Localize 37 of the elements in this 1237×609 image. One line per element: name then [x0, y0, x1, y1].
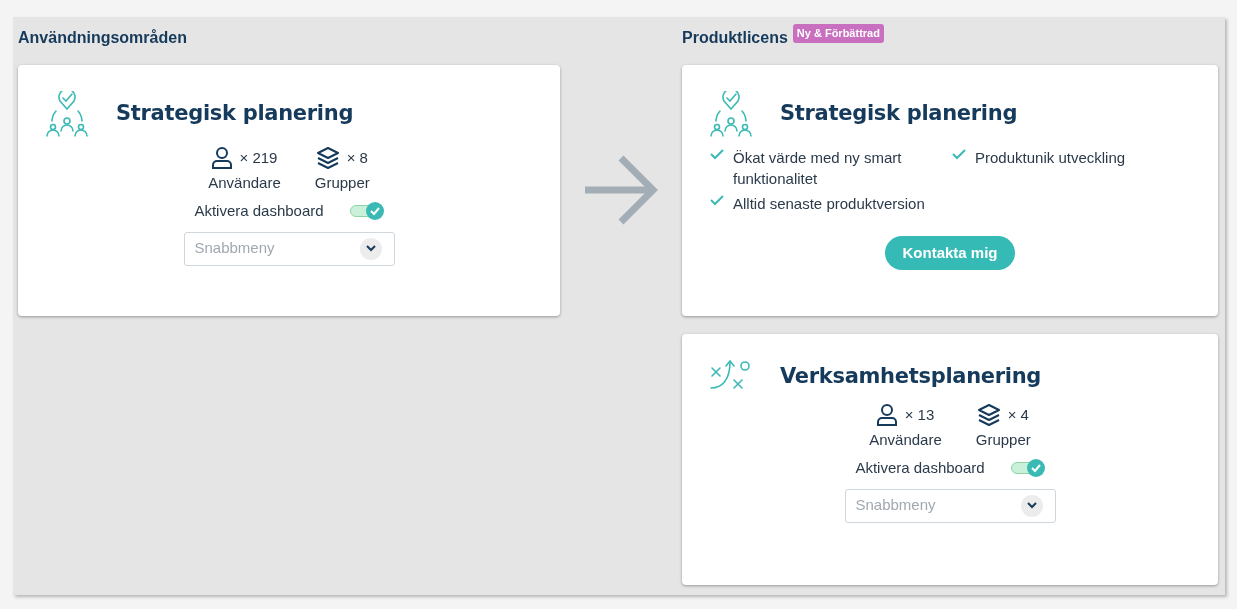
section-heading: Användningsområden	[18, 28, 188, 48]
chevron-down-icon	[1020, 494, 1043, 517]
toggle-switch[interactable]	[1010, 460, 1045, 477]
check-icon	[952, 149, 966, 160]
user-icon	[876, 404, 897, 427]
new-badge: Ny & Förbättrad	[792, 24, 884, 43]
user-icon	[211, 147, 232, 170]
check-icon	[710, 195, 724, 206]
stat-label: Grupper	[975, 429, 1031, 450]
chevron-down-icon	[359, 237, 382, 260]
count: × 219	[239, 148, 278, 168]
section-heading: Produktlicens	[682, 28, 788, 48]
feature-text: Ökat värde med ny smart funktionalitet	[733, 148, 903, 189]
layers-icon	[977, 404, 1000, 427]
card-title: Strategisk planering	[116, 100, 354, 128]
stat-label: Grupper	[314, 172, 370, 193]
check-icon	[369, 206, 380, 217]
feature-text: Produktunik utveckling	[975, 148, 1127, 168]
stat-label: Användare	[208, 172, 281, 193]
toggle-label: Aktivera dashboard	[855, 458, 985, 478]
dropdown-field[interactable]: Snabbmeny	[183, 231, 395, 266]
team-goal-icon	[46, 91, 88, 137]
toggle-label: Aktivera dashboard	[194, 201, 324, 221]
card-title: Verksamhetsplanering	[780, 363, 1042, 391]
check-icon	[710, 149, 724, 160]
layers-icon	[316, 147, 339, 170]
count: × 8	[346, 148, 368, 168]
toggle-switch[interactable]	[349, 203, 384, 220]
stat-label: Användare	[869, 429, 942, 450]
dropdown-field[interactable]: Snabbmeny	[844, 488, 1056, 523]
check-icon	[1030, 463, 1041, 474]
count: × 13	[904, 405, 935, 425]
contact-button[interactable]: Kontakta mig	[885, 236, 1015, 270]
team-goal-icon	[710, 91, 752, 137]
card-title: Strategisk planering	[780, 100, 1018, 128]
count: × 4	[1007, 405, 1029, 425]
feature-text: Alltid senaste produktversion	[733, 194, 926, 214]
